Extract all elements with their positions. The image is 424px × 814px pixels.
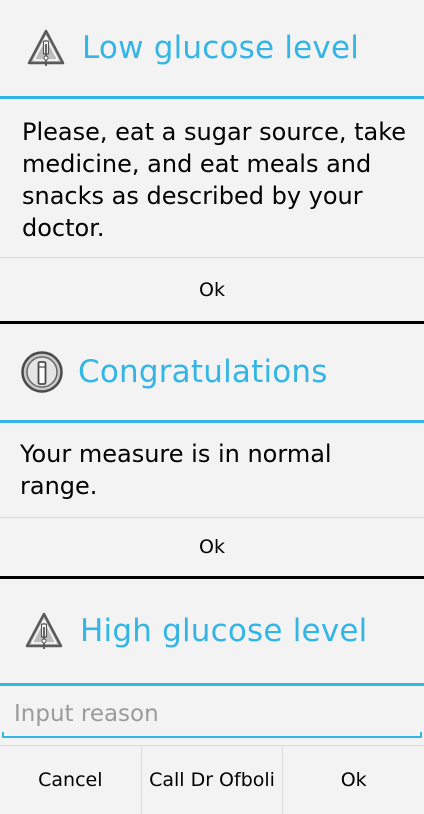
high-glucose-dialog: High glucose level Cancel Call Dr Ofboli… <box>0 579 424 814</box>
dialog-message: Your measure is in normal range. <box>20 440 332 500</box>
cancel-button[interactable]: Cancel <box>0 746 141 814</box>
input-underline <box>2 732 422 738</box>
ok-button[interactable]: Ok <box>0 518 424 576</box>
title-divider <box>0 683 424 686</box>
dialog-button-bar: Cancel Call Dr Ofboli Ok <box>0 745 424 814</box>
ok-button[interactable]: Ok <box>0 258 424 321</box>
low-glucose-dialog: Low glucose level Please, eat a sugar so… <box>0 0 424 321</box>
dialog-button-bar: Ok <box>0 257 424 321</box>
title-divider <box>0 96 424 99</box>
dialog-header: Congratulations <box>0 324 424 420</box>
info-icon <box>20 350 64 394</box>
warning-icon <box>22 609 66 653</box>
reason-input[interactable] <box>2 692 422 736</box>
dialog-header: High glucose level <box>0 579 424 683</box>
congratulations-dialog: Congratulations Your measure is in norma… <box>0 324 424 576</box>
call-doctor-button[interactable]: Call Dr Ofboli <box>140 746 283 814</box>
dialog-message: Please, eat a sugar source, take medicin… <box>22 118 407 242</box>
dialog-button-bar: Ok <box>0 517 424 576</box>
dialog-title: Congratulations <box>78 354 328 390</box>
dialog-title: Low glucose level <box>82 30 360 66</box>
dialog-title: High glucose level <box>80 613 368 649</box>
warning-icon <box>24 26 68 70</box>
title-divider <box>0 420 424 423</box>
dialog-header: Low glucose level <box>0 0 424 96</box>
ok-button[interactable]: Ok <box>282 746 424 814</box>
